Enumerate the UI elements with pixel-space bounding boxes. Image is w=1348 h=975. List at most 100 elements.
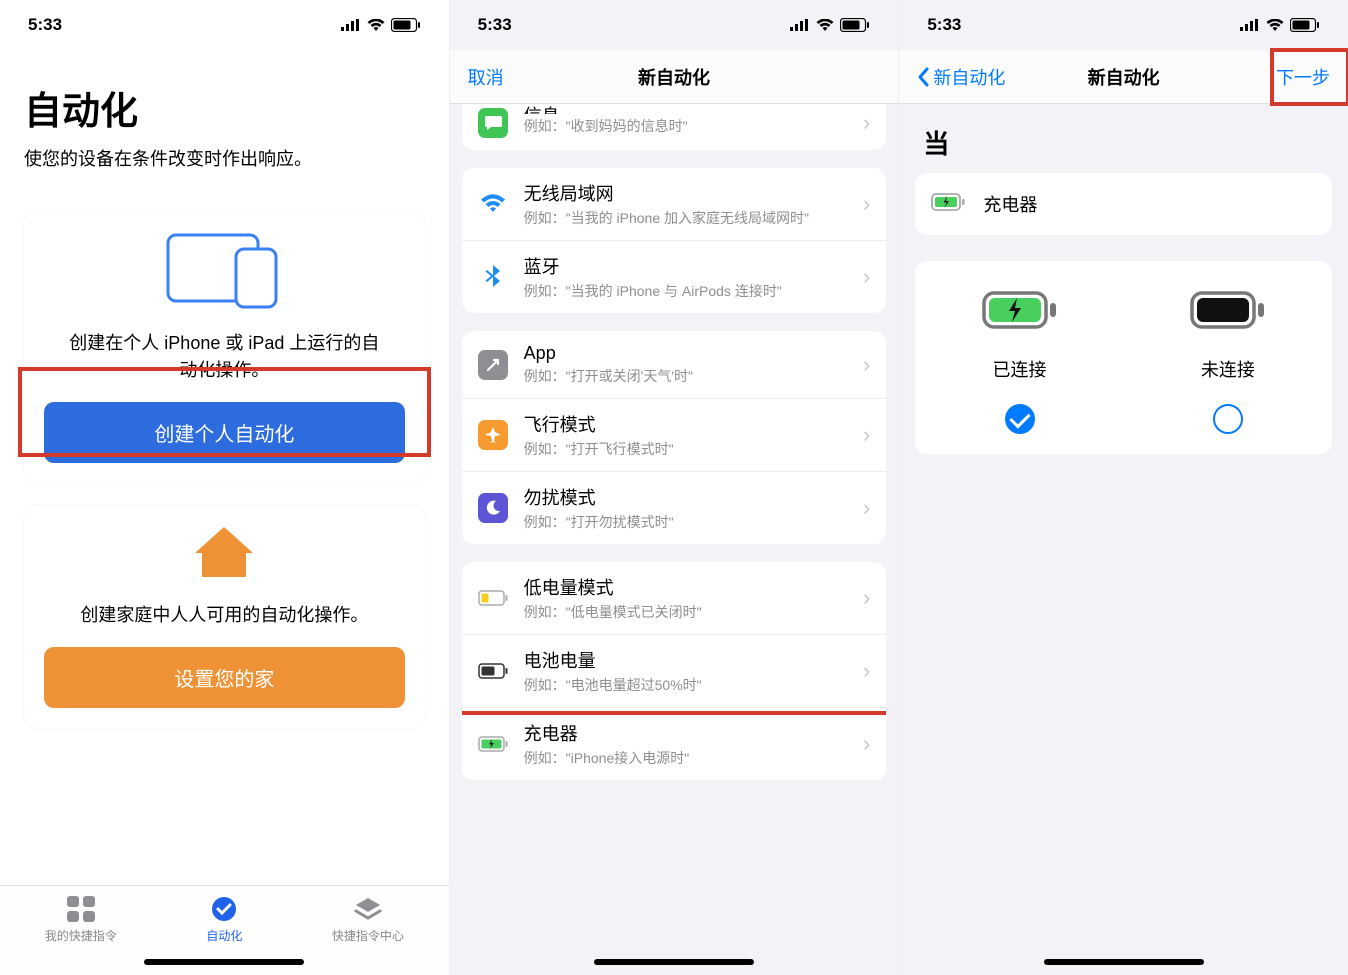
- trigger-sub: 例如："低电量模式已关闭时": [524, 602, 855, 622]
- personal-card-desc: 创建在个人 iPhone 或 iPad 上运行的自动化操作。: [44, 330, 405, 384]
- nav-bar: 取消 新自动化: [450, 50, 899, 104]
- signal-icon: [790, 19, 810, 31]
- page-title: 自动化: [24, 80, 425, 135]
- trigger-title: 低电量模式: [524, 574, 855, 600]
- condition-label: 充电器: [983, 191, 1037, 217]
- trigger-low-power[interactable]: 低电量模式 例如："低电量模式已关闭时" ›: [462, 562, 887, 635]
- option-connected[interactable]: 已连接: [915, 291, 1123, 434]
- chevron-right-icon: ›: [863, 264, 870, 290]
- low-power-icon: [478, 583, 508, 613]
- next-button[interactable]: 下一步: [1276, 64, 1330, 90]
- nav-bar: 新自动化 新自动化 下一步: [899, 50, 1348, 104]
- page-subtitle: 使您的设备在条件改变时作出响应。: [24, 145, 425, 171]
- app-icon: [478, 350, 508, 380]
- chevron-right-icon: ›: [863, 422, 870, 448]
- status-icons: [341, 18, 421, 32]
- charger-icon: [478, 729, 508, 759]
- home-indicator[interactable]: [144, 959, 304, 965]
- bluetooth-icon: [478, 262, 508, 292]
- home-automation-card: 创建家庭中人人可用的自动化操作。 设置您的家: [24, 505, 425, 728]
- status-bar: 5:33: [899, 0, 1348, 50]
- status-time: 5:33: [478, 15, 512, 35]
- wifi-icon: [367, 19, 385, 32]
- personal-automation-card: 创建在个人 iPhone 或 iPad 上运行的自动化操作。 创建个人自动化: [24, 211, 425, 483]
- trigger-charger[interactable]: 充电器 例如："iPhone接入电源时" ›: [462, 708, 887, 781]
- trigger-group-comm: 信息 例如："收到妈妈的信息时" ›: [462, 104, 887, 150]
- radio-selected-icon[interactable]: [1005, 404, 1035, 434]
- devices-icon: [44, 231, 405, 314]
- airplane-icon: [478, 420, 508, 450]
- create-personal-button[interactable]: 创建个人自动化: [44, 402, 405, 463]
- home-indicator[interactable]: [594, 959, 754, 965]
- chevron-right-icon: ›: [863, 191, 870, 217]
- option-disconnected[interactable]: 未连接: [1124, 291, 1332, 434]
- trigger-title: 信息: [524, 104, 855, 114]
- trigger-group-system: App 例如："打开或关闭'天气'时" › 飞行模式 例如："打开飞行模式时" …: [462, 331, 887, 544]
- home-indicator[interactable]: [1044, 959, 1204, 965]
- battery-icon: [1290, 18, 1320, 32]
- battery-full-icon: [1190, 291, 1266, 334]
- back-label: 新自动化: [933, 64, 1005, 90]
- chevron-right-icon: ›: [863, 658, 870, 684]
- battery-icon: [840, 18, 870, 32]
- trigger-battery-level[interactable]: 电池电量 例如："电池电量超过50%时" ›: [462, 635, 887, 708]
- status-icons: [790, 18, 870, 32]
- trigger-title: 充电器: [524, 720, 855, 746]
- trigger-message[interactable]: 信息 例如："收到妈妈的信息时" ›: [462, 104, 887, 150]
- trigger-title: App: [524, 343, 855, 364]
- status-time: 5:33: [28, 15, 62, 35]
- grid-icon: [45, 896, 117, 922]
- trigger-title: 电池电量: [524, 647, 855, 673]
- status-time: 5:33: [927, 15, 961, 35]
- home-card-desc: 创建家庭中人人可用的自动化操作。: [44, 602, 405, 629]
- trigger-title: 飞行模式: [524, 411, 855, 437]
- option-label: 已连接: [993, 356, 1047, 382]
- option-label: 未连接: [1201, 356, 1255, 382]
- trigger-sub: 例如："当我的 iPhone 与 AirPods 连接时": [524, 281, 855, 301]
- status-bar: 5:33: [0, 0, 449, 50]
- setup-home-button[interactable]: 设置您的家: [44, 647, 405, 708]
- radio-unselected-icon[interactable]: [1213, 404, 1243, 434]
- trigger-title: 无线局域网: [524, 180, 855, 206]
- trigger-dnd[interactable]: 勿扰模式 例如："打开勿扰模式时" ›: [462, 472, 887, 544]
- trigger-group-battery: 低电量模式 例如："低电量模式已关闭时" › 电池电量 例如："电池电量超过50…: [462, 562, 887, 781]
- chevron-left-icon: [917, 67, 929, 87]
- chevron-right-icon: ›: [863, 585, 870, 611]
- section-when: 当: [899, 104, 1348, 173]
- battery-level-icon: [478, 656, 508, 686]
- home-icon: [44, 525, 405, 586]
- wifi-icon: [816, 19, 834, 32]
- options-card: 已连接 未连接: [915, 261, 1332, 454]
- battery-charging-icon: [982, 291, 1058, 334]
- chevron-right-icon: ›: [863, 110, 870, 136]
- tab-label: 自动化: [206, 929, 242, 943]
- stack-icon: [332, 896, 404, 922]
- trigger-bluetooth[interactable]: 蓝牙 例如："当我的 iPhone 与 AirPods 连接时" ›: [462, 241, 887, 313]
- condition-row: 充电器: [915, 173, 1332, 235]
- clock-check-icon: [206, 896, 242, 922]
- wifi-icon: [478, 189, 508, 219]
- wifi-icon: [1266, 19, 1284, 32]
- battery-icon: [391, 18, 421, 32]
- trigger-sub: 例如："收到妈妈的信息时": [524, 116, 855, 136]
- trigger-sub: 例如："打开或关闭'天气'时": [524, 366, 855, 386]
- trigger-wifi[interactable]: 无线局域网 例如："当我的 iPhone 加入家庭无线局域网时" ›: [462, 168, 887, 241]
- cancel-button[interactable]: 取消: [468, 64, 504, 90]
- trigger-sub: 例如："当我的 iPhone 加入家庭无线局域网时": [524, 208, 855, 228]
- trigger-sub: 例如："电池电量超过50%时": [524, 675, 855, 695]
- tab-gallery[interactable]: 快捷指令中心: [332, 896, 404, 975]
- tab-shortcuts[interactable]: 我的快捷指令: [45, 896, 117, 975]
- tab-label: 快捷指令中心: [332, 929, 404, 943]
- trigger-airplane[interactable]: 飞行模式 例如："打开飞行模式时" ›: [462, 399, 887, 472]
- trigger-sub: 例如："打开勿扰模式时": [524, 512, 855, 532]
- trigger-title: 蓝牙: [524, 253, 855, 279]
- chevron-right-icon: ›: [863, 352, 870, 378]
- message-icon: [478, 108, 508, 138]
- back-button[interactable]: 新自动化: [917, 64, 1005, 90]
- nav-title: 新自动化: [638, 64, 710, 90]
- trigger-app[interactable]: App 例如："打开或关闭'天气'时" ›: [462, 331, 887, 399]
- nav-title: 新自动化: [1088, 64, 1160, 90]
- trigger-title: 勿扰模式: [524, 484, 855, 510]
- tab-label: 我的快捷指令: [45, 929, 117, 943]
- status-bar: 5:33: [450, 0, 899, 50]
